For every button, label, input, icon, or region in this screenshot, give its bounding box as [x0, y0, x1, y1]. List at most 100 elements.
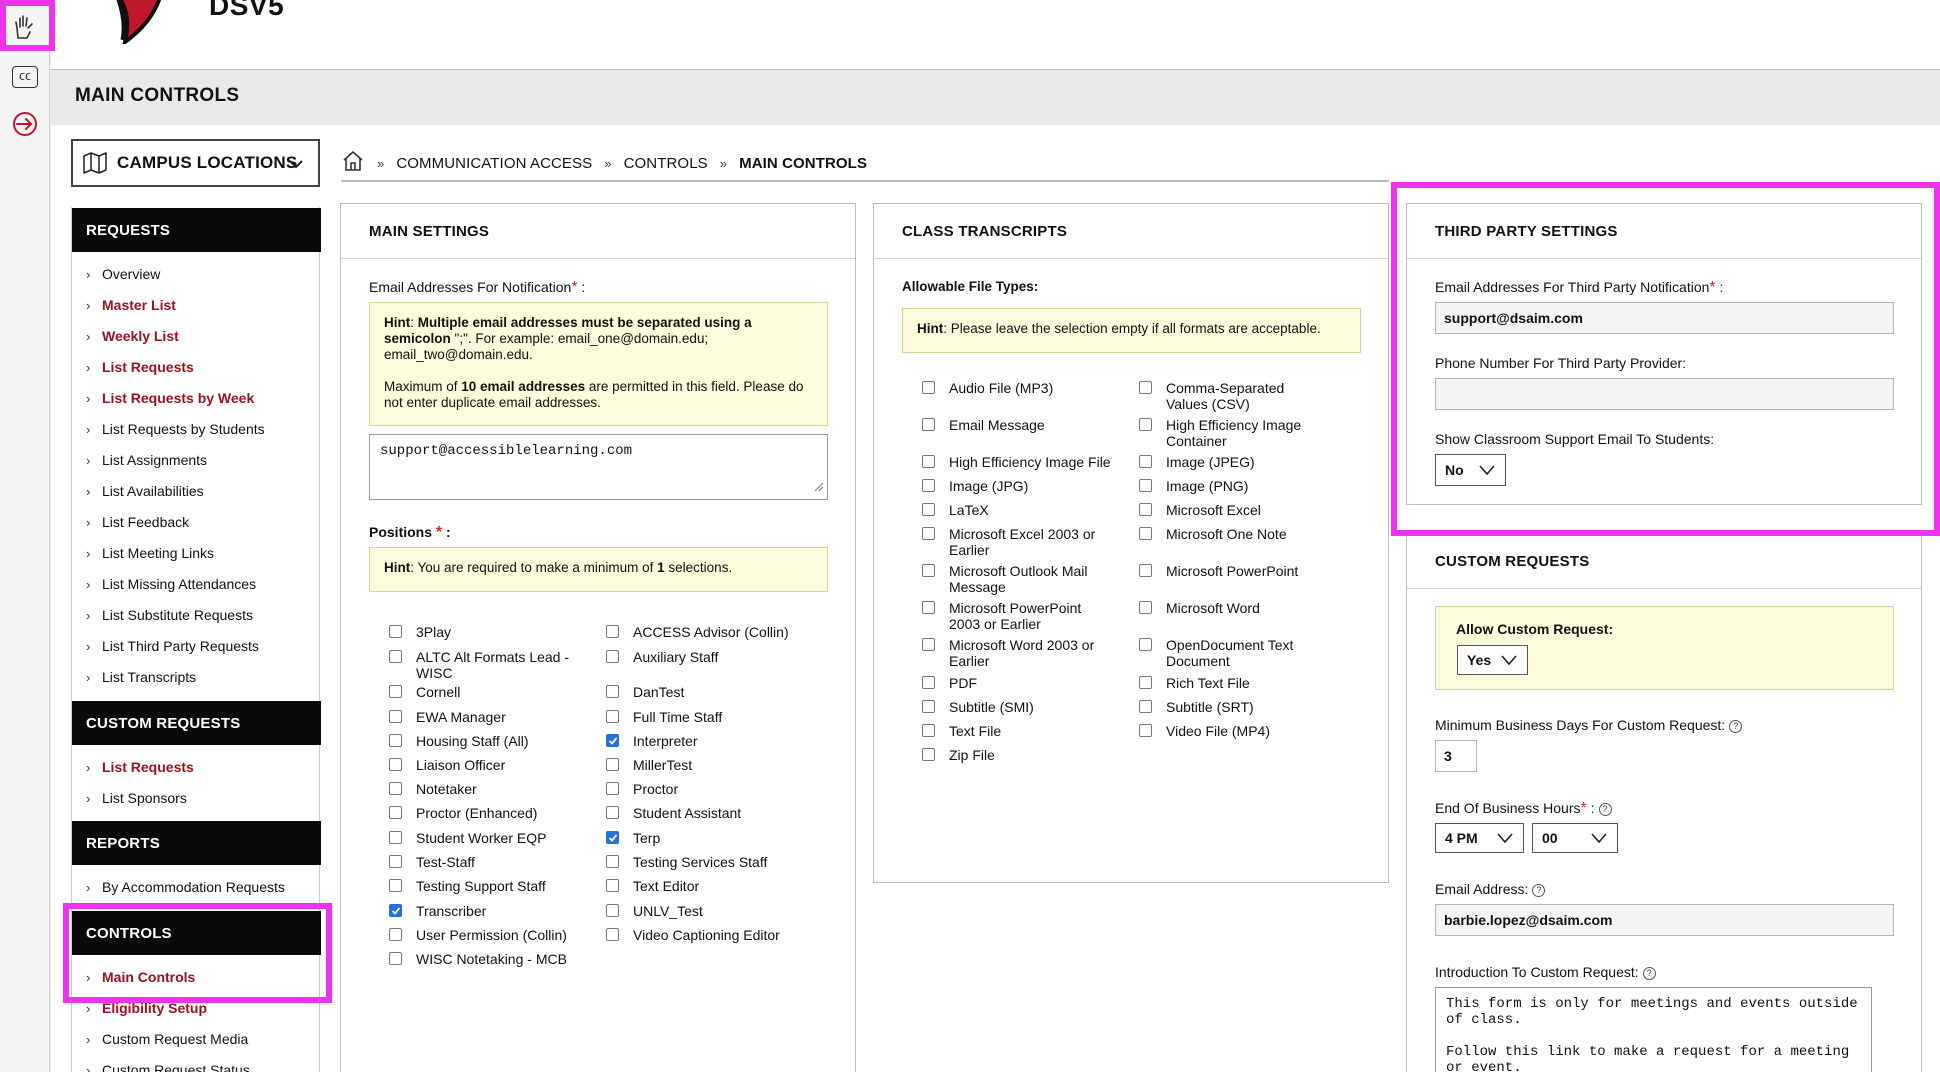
- checkbox-icon[interactable]: [606, 710, 619, 723]
- checkbox-icon[interactable]: [1139, 455, 1152, 468]
- checkbox-icon[interactable]: [922, 527, 935, 540]
- checkbox-icon[interactable]: [922, 601, 935, 614]
- campus-locations-dropdown[interactable]: CAMPUS LOCATIONS: [71, 139, 320, 187]
- position-checkbox-testing-support-staff[interactable]: Testing Support Staff: [389, 878, 579, 894]
- file-type-checkbox-opendocument-text-document[interactable]: OpenDocument Text Document: [1139, 637, 1329, 669]
- checkbox-icon[interactable]: [1139, 418, 1152, 431]
- checkbox-icon[interactable]: [389, 806, 402, 819]
- checkbox-icon[interactable]: [389, 710, 402, 723]
- checkbox-icon[interactable]: [1139, 503, 1152, 516]
- checkbox-icon[interactable]: [1139, 724, 1152, 737]
- checkbox-icon[interactable]: [606, 782, 619, 795]
- position-checkbox-test-staff[interactable]: Test-Staff: [389, 854, 579, 870]
- checkbox-icon[interactable]: [1139, 638, 1152, 651]
- file-type-checkbox-image-jpg[interactable]: Image (JPG): [922, 478, 1112, 494]
- checkbox-icon[interactable]: [389, 831, 402, 844]
- sidebar-item-by-accommodation-requests[interactable]: › By Accommodation Requests: [86, 877, 285, 897]
- file-type-checkbox-microsoft-powerpoint-2003-or-earlier[interactable]: Microsoft PowerPoint 2003 or Earlier: [922, 600, 1112, 632]
- checkbox-icon[interactable]: [922, 700, 935, 713]
- checkbox-icon[interactable]: [606, 806, 619, 819]
- checkbox-checked-icon[interactable]: [389, 904, 402, 917]
- checkbox-checked-icon[interactable]: [606, 734, 619, 747]
- position-checkbox-proctor[interactable]: Proctor: [606, 781, 796, 797]
- position-checkbox-ewa-manager[interactable]: EWA Manager: [389, 709, 579, 725]
- checkbox-icon[interactable]: [922, 455, 935, 468]
- sidebar-item-list-requests[interactable]: › List Requests: [86, 757, 194, 777]
- checkbox-icon[interactable]: [922, 479, 935, 492]
- checkbox-icon[interactable]: [389, 625, 402, 638]
- file-type-checkbox-microsoft-excel-2003-or-earlier[interactable]: Microsoft Excel 2003 or Earlier: [922, 526, 1112, 558]
- help-icon[interactable]: ?: [1598, 803, 1612, 816]
- file-type-checkbox-high-efficiency-image-file[interactable]: High Efficiency Image File: [922, 454, 1112, 470]
- checkbox-icon[interactable]: [389, 685, 402, 698]
- breadcrumb-controls[interactable]: CONTROLS: [624, 155, 708, 172]
- checkbox-icon[interactable]: [389, 879, 402, 892]
- sidebar-item-list-requests[interactable]: › List Requests: [86, 357, 194, 377]
- position-checkbox-liaison-officer[interactable]: Liaison Officer: [389, 757, 579, 773]
- checkbox-icon[interactable]: [389, 855, 402, 868]
- checkbox-icon[interactable]: [922, 748, 935, 761]
- sidebar-item-list-meeting-links[interactable]: › List Meeting Links: [86, 543, 214, 563]
- checkbox-icon[interactable]: [922, 381, 935, 394]
- position-checkbox-wisc-notetaking-mcb[interactable]: WISC Notetaking - MCB: [389, 951, 579, 967]
- end-minute-select[interactable]: 00: [1532, 823, 1618, 853]
- checkbox-icon[interactable]: [389, 758, 402, 771]
- position-checkbox-millertest[interactable]: MillerTest: [606, 757, 796, 773]
- intro-custom-request-textarea[interactable]: This form is only for meetings and event…: [1435, 987, 1872, 1072]
- checkbox-icon[interactable]: [1139, 601, 1152, 614]
- file-type-checkbox-email-message[interactable]: Email Message: [922, 417, 1112, 433]
- file-type-checkbox-subtitle-srt[interactable]: Subtitle (SRT): [1139, 699, 1329, 715]
- file-type-checkbox-microsoft-powerpoint[interactable]: Microsoft PowerPoint: [1139, 563, 1329, 579]
- file-type-checkbox-microsoft-word-2003-or-earlier[interactable]: Microsoft Word 2003 or Earlier: [922, 637, 1112, 669]
- checkbox-icon[interactable]: [606, 904, 619, 917]
- checkbox-icon[interactable]: [922, 676, 935, 689]
- sidebar-item-master-list[interactable]: › Master List: [86, 295, 176, 315]
- checkbox-icon[interactable]: [606, 625, 619, 638]
- sidebar-item-list-feedback[interactable]: › List Feedback: [86, 512, 189, 532]
- sidebar-item-list-substitute-requests[interactable]: › List Substitute Requests: [86, 605, 253, 625]
- checkbox-icon[interactable]: [1139, 381, 1152, 394]
- checkbox-icon[interactable]: [1139, 564, 1152, 577]
- position-checkbox-student-assistant[interactable]: Student Assistant: [606, 805, 796, 821]
- file-type-checkbox-rich-text-file[interactable]: Rich Text File: [1139, 675, 1329, 691]
- sidebar-item-list-requests-by-students[interactable]: › List Requests by Students: [86, 419, 265, 439]
- position-checkbox-user-permission-collin[interactable]: User Permission (Collin): [389, 927, 579, 943]
- position-checkbox-unlv-test[interactable]: UNLV_Test: [606, 903, 796, 919]
- position-checkbox-altc-alt-formats-lead-wisc[interactable]: ALTC Alt Formats Lead - WISC: [389, 649, 579, 681]
- allow-custom-request-select[interactable]: Yes: [1457, 645, 1528, 675]
- file-type-checkbox-subtitle-smi[interactable]: Subtitle (SMI): [922, 699, 1112, 715]
- position-checkbox-dantest[interactable]: DanTest: [606, 684, 796, 700]
- position-checkbox-notetaker[interactable]: Notetaker: [389, 781, 579, 797]
- file-type-checkbox-image-jpeg[interactable]: Image (JPEG): [1139, 454, 1329, 470]
- sidebar-item-custom-request-status[interactable]: › Custom Request Status: [86, 1060, 250, 1072]
- sidebar-item-overview[interactable]: › Overview: [86, 264, 160, 284]
- file-type-checkbox-audio-file-mp3[interactable]: Audio File (MP3): [922, 380, 1112, 396]
- position-checkbox-video-captioning-editor[interactable]: Video Captioning Editor: [606, 927, 796, 943]
- sidebar-item-custom-request-media[interactable]: › Custom Request Media: [86, 1029, 248, 1049]
- file-type-checkbox-microsoft-one-note[interactable]: Microsoft One Note: [1139, 526, 1329, 542]
- sidebar-item-list-assignments[interactable]: › List Assignments: [86, 450, 207, 470]
- checkbox-icon[interactable]: [606, 650, 619, 663]
- checkbox-icon[interactable]: [1139, 527, 1152, 540]
- breadcrumb-communication-access[interactable]: COMMUNICATION ACCESS: [396, 155, 592, 172]
- checkbox-icon[interactable]: [606, 758, 619, 771]
- position-checkbox-access-advisor-collin[interactable]: ACCESS Advisor (Collin): [606, 624, 796, 640]
- min-business-days-input[interactable]: 3: [1435, 740, 1477, 772]
- position-checkbox-3play[interactable]: 3Play: [389, 624, 579, 640]
- checkbox-icon[interactable]: [922, 724, 935, 737]
- resize-handle-icon[interactable]: [814, 481, 824, 497]
- position-checkbox-text-editor[interactable]: Text Editor: [606, 878, 796, 894]
- file-type-checkbox-comma-separated-values-csv[interactable]: Comma-Separated Values (CSV): [1139, 380, 1329, 412]
- checkbox-icon[interactable]: [1139, 700, 1152, 713]
- help-icon[interactable]: ?: [1729, 720, 1743, 733]
- sidebar-item-list-transcripts[interactable]: › List Transcripts: [86, 667, 196, 687]
- checkbox-icon[interactable]: [606, 928, 619, 941]
- file-type-checkbox-microsoft-outlook-mail-message[interactable]: Microsoft Outlook Mail Message: [922, 563, 1112, 595]
- file-type-checkbox-high-efficiency-image-container[interactable]: High Efficiency Image Container: [1139, 417, 1329, 449]
- logout-icon[interactable]: [8, 107, 42, 141]
- email-notification-textarea[interactable]: support@accessiblelearning.com: [369, 434, 828, 500]
- sidebar-item-list-requests-by-week[interactable]: › List Requests by Week: [86, 388, 254, 408]
- checkbox-icon[interactable]: [606, 855, 619, 868]
- position-checkbox-cornell[interactable]: Cornell: [389, 684, 579, 700]
- help-icon[interactable]: ?: [1642, 967, 1656, 980]
